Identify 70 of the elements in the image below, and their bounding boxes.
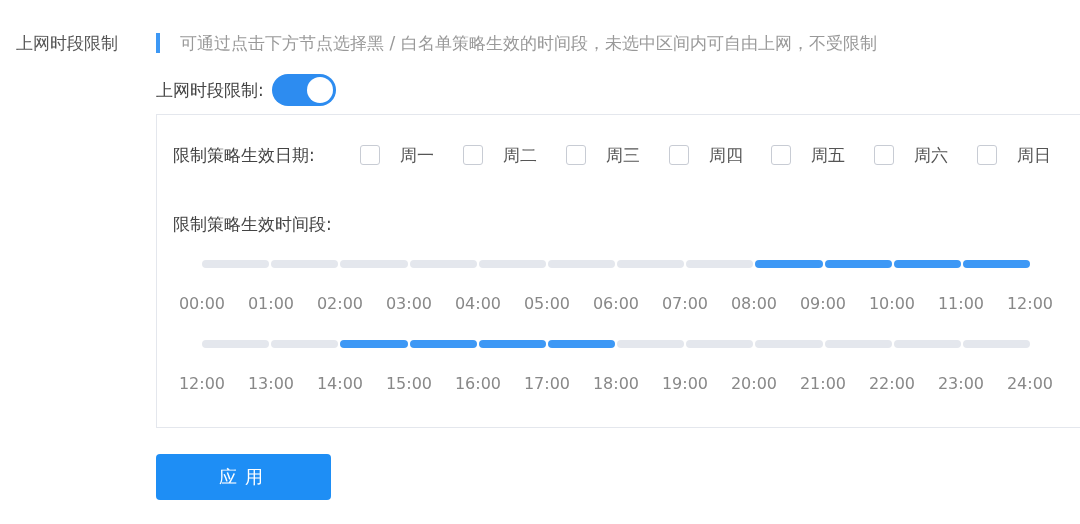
- checkbox[interactable]: [977, 145, 998, 165]
- time-tick-label: 05:00: [522, 294, 572, 313]
- time-segment[interactable]: [893, 340, 961, 348]
- time-tick-label: 01:00: [246, 294, 296, 313]
- time-tick-label: 16:00: [453, 374, 503, 393]
- time-tick-label: 12:00: [1005, 294, 1055, 313]
- time-tick-label: 17:00: [522, 374, 572, 393]
- day-label: 周三: [605, 143, 640, 167]
- time-tick-label: 20:00: [729, 374, 779, 393]
- time-segment[interactable]: [547, 340, 616, 348]
- time-segment[interactable]: [686, 340, 754, 348]
- time-segment[interactable]: [893, 260, 961, 268]
- checkbox[interactable]: [874, 145, 895, 165]
- time-tick-label: 00:00: [177, 294, 227, 313]
- time-segment[interactable]: [478, 340, 546, 348]
- time-segment[interactable]: [202, 340, 270, 348]
- time-segment[interactable]: [824, 260, 892, 268]
- time-segment[interactable]: [478, 260, 546, 268]
- time-segment[interactable]: [340, 340, 408, 348]
- day-label: 周四: [708, 143, 743, 167]
- time-label: 限制策略生效时间段:: [173, 213, 333, 236]
- time-tick-label: 09:00: [798, 294, 848, 313]
- time-segment[interactable]: [962, 260, 1031, 268]
- time-tick-label: 24:00: [1005, 374, 1055, 393]
- time-segment[interactable]: [271, 260, 339, 268]
- day-label: 周日: [1017, 143, 1052, 167]
- time-segment[interactable]: [755, 260, 823, 268]
- apply-button[interactable]: 应用: [156, 454, 331, 500]
- time-tick-label: 04:00: [453, 294, 503, 313]
- time-segment[interactable]: [547, 260, 616, 268]
- time-tick-label: 02:00: [315, 294, 365, 313]
- time-segment[interactable]: [962, 340, 1031, 348]
- checkbox[interactable]: [771, 145, 792, 165]
- toggle-switch[interactable]: [271, 74, 336, 106]
- time-segment[interactable]: [617, 260, 685, 268]
- time-segment[interactable]: [824, 340, 892, 348]
- checkbox[interactable]: [360, 145, 381, 165]
- time-tick-label: 15:00: [384, 374, 434, 393]
- time-tick-label: 07:00: [660, 294, 710, 313]
- time-segment[interactable]: [271, 340, 339, 348]
- checkbox[interactable]: [565, 145, 586, 165]
- day-label: 周五: [811, 143, 846, 167]
- time-tick-label: 03:00: [384, 294, 434, 313]
- time-segment[interactable]: [409, 260, 477, 268]
- days-label: 限制策略生效日期:: [173, 143, 316, 167]
- time-tick-label: 18:00: [591, 374, 641, 393]
- time-tick-label: 13:00: [246, 374, 296, 393]
- accent-bar: [156, 33, 160, 53]
- time-tick-label: 10:00: [867, 294, 917, 313]
- time-tick-label: 12:00: [177, 374, 227, 393]
- checkbox[interactable]: [668, 145, 689, 165]
- day-label: 周二: [502, 143, 537, 167]
- day-label: 周一: [400, 143, 435, 167]
- time-segment[interactable]: [686, 260, 754, 268]
- toggle-label: 上网时段限制:: [156, 78, 264, 102]
- section-title: 上网时段限制: [16, 31, 119, 55]
- time-tick-label: 11:00: [936, 294, 986, 313]
- time-segment[interactable]: [409, 340, 477, 348]
- time-tick-label: 06:00: [591, 294, 641, 313]
- time-tick-label: 22:00: [867, 374, 917, 393]
- time-segment[interactable]: [202, 260, 270, 268]
- time-tick-label: 08:00: [729, 294, 779, 313]
- time-tick-label: 23:00: [936, 374, 986, 393]
- checkbox[interactable]: [462, 145, 483, 165]
- time-segment[interactable]: [617, 340, 685, 348]
- day-label: 周六: [914, 143, 949, 167]
- time-tick-label: 19:00: [660, 374, 710, 393]
- time-tick-label: 14:00: [315, 374, 365, 393]
- time-tick-label: 21:00: [798, 374, 848, 393]
- section-description: 可通过点击下方节点选择黑 / 白名单策略生效的时间段，未选中区间内可自由上网，不受限制: [180, 31, 877, 55]
